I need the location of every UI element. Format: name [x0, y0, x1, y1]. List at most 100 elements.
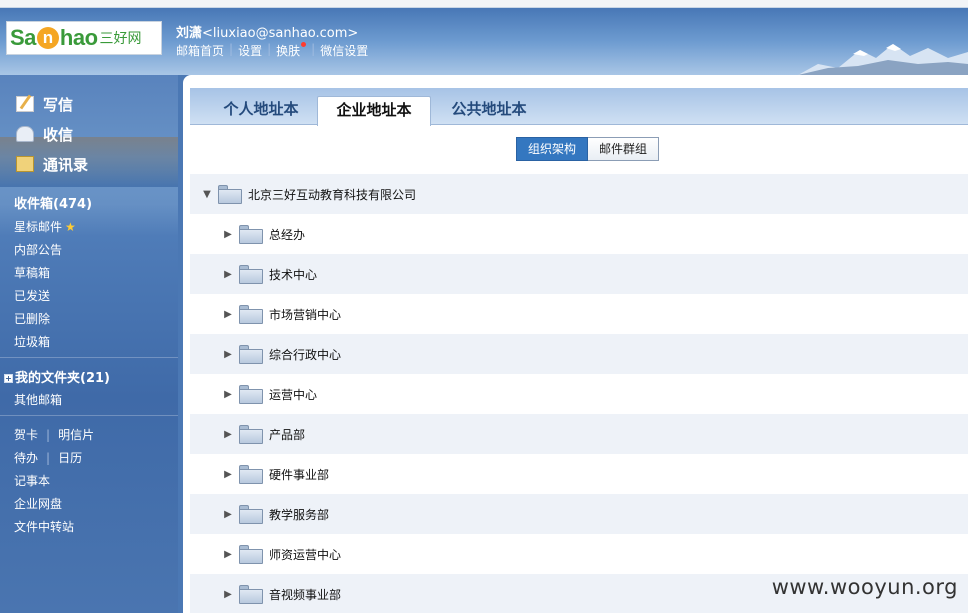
folder-drafts[interactable]: 草稿箱 [14, 262, 92, 285]
pencil-icon [16, 96, 34, 112]
expand-right-icon[interactable]: ▶ [222, 229, 234, 240]
link-mail-home[interactable]: 邮箱首页 [176, 42, 224, 59]
sidebar-item-write[interactable]: 写信 [16, 89, 88, 119]
header-links: 邮箱首页 | 设置 | 换肤 | 微信设置 [176, 42, 368, 59]
folder-icon [239, 384, 263, 404]
inbox-icon [16, 126, 34, 142]
folder-icon [239, 504, 263, 524]
sidebar-divider [0, 415, 178, 416]
my-folders[interactable]: + 我的文件夹(21) [4, 367, 110, 386]
expand-right-icon[interactable]: ▶ [222, 429, 234, 440]
my-folders-label: 我的文件夹(21) [15, 371, 110, 386]
folder-inbox[interactable]: 收件箱(474) [14, 193, 92, 216]
link-settings[interactable]: 设置 [238, 42, 262, 59]
user-info: 刘潇<liuxiao@sanhao.com> [176, 22, 358, 41]
expand-right-icon[interactable]: ▶ [222, 349, 234, 360]
folder-label: 星标邮件 [14, 220, 63, 234]
folder-deleted[interactable]: 已删除 [14, 308, 92, 331]
tree-node-label: 产品部 [269, 427, 306, 442]
tree-root-label: 北京三好互动教育科技有限公司 [248, 187, 417, 202]
tree-row[interactable]: ▶ 产品部 [190, 414, 968, 454]
tool-todo[interactable]: 待办 [14, 451, 38, 465]
tool-greeting-card[interactable]: 贺卡 [14, 428, 38, 442]
tree-row[interactable]: ▶ 运营中心 [190, 374, 968, 414]
segment-org-structure[interactable]: 组织架构 [516, 137, 589, 161]
folder-icon [218, 184, 242, 204]
expand-right-icon[interactable]: ▶ [222, 469, 234, 480]
tools-row: 贺卡 | 明信片 [14, 424, 94, 447]
tree-row[interactable]: ▶ 硬件事业部 [190, 454, 968, 494]
expand-right-icon[interactable]: ▶ [222, 509, 234, 520]
tree-row[interactable]: ▶ 总经办 [190, 214, 968, 254]
tool-postcard[interactable]: 明信片 [58, 428, 94, 442]
address-book-panel: 个人地址本 企业地址本 公共地址本 组织架构 邮件群组 ▼ 北京三好互动教育科技… [183, 75, 968, 613]
logo-text-prefix: Sa [10, 25, 36, 50]
expand-right-icon[interactable]: ▶ [222, 389, 234, 400]
folder-icon [239, 224, 263, 244]
expand-right-icon[interactable]: ▶ [222, 309, 234, 320]
sidebar-tools: 贺卡 | 明信片 待办 | 日历 记事本 企业网盘 文件中转站 [14, 424, 94, 539]
contacts-icon [16, 156, 34, 172]
logo-text-suffix: hao [59, 25, 98, 50]
star-icon: ★ [65, 220, 76, 234]
header: Sa n hao 三好网 刘潇<liuxiao@sanhao.com> 邮箱首页… [0, 0, 968, 75]
tree-node-label: 技术中心 [269, 267, 318, 282]
sidebar-divider [0, 357, 178, 358]
other-mailboxes[interactable]: 其他邮箱 [14, 391, 62, 408]
sidebar-item-label: 通讯录 [43, 155, 89, 174]
link-separator: | [311, 42, 316, 56]
tree-row[interactable]: ▶ 技术中心 [190, 254, 968, 294]
folder-icon [239, 464, 263, 484]
sidebar-main-actions: 写信 收信 通讯录 [16, 89, 88, 179]
tool-separator: | [46, 451, 51, 465]
folder-announcements[interactable]: 内部公告 [14, 239, 92, 262]
expand-down-icon[interactable]: ▼ [201, 189, 213, 200]
top-strip [0, 0, 968, 8]
logo-n-circle: n [36, 27, 59, 49]
logo-text-cn: 三好网 [99, 31, 142, 47]
tree-row[interactable]: ▶ 师资运营中心 [190, 534, 968, 574]
tab-personal[interactable]: 个人地址本 [210, 96, 312, 125]
link-separator: | [267, 42, 272, 56]
expand-plus-icon[interactable]: + [4, 374, 13, 383]
sidebar-item-contacts[interactable]: 通讯录 [16, 149, 88, 179]
link-skin-label: 换肤 [276, 44, 301, 58]
main-area: 个人地址本 企业地址本 公共地址本 组织架构 邮件群组 ▼ 北京三好互动教育科技… [178, 75, 968, 613]
tab-enterprise[interactable]: 企业地址本 [317, 96, 431, 126]
tool-file-transfer[interactable]: 文件中转站 [14, 516, 94, 539]
tree-node-label: 音视频事业部 [269, 587, 342, 602]
org-tree: ▼ 北京三好互动教育科技有限公司 ▶ 总经办 ▶ 技术中心 ▶ 市场营销中心 ▶ 综合行政中心… [190, 174, 968, 613]
view-toggle: 组织架构 邮件群组 [516, 137, 660, 161]
tree-node-label: 硬件事业部 [269, 467, 330, 482]
tab-public[interactable]: 公共地址本 [438, 96, 540, 125]
tree-node-label: 运营中心 [269, 387, 318, 402]
sidebar: 写信 收信 通讯录 收件箱(474) 星标邮件 ★ 内部公告 草稿箱 已发送 已删… [0, 75, 178, 613]
tool-notepad[interactable]: 记事本 [14, 470, 94, 493]
folder-starred[interactable]: 星标邮件 ★ [14, 216, 92, 239]
tree-row[interactable]: ▶ 市场营销中心 [190, 294, 968, 334]
tree-row-root[interactable]: ▼ 北京三好互动教育科技有限公司 [190, 174, 968, 214]
tree-row[interactable]: ▶ 教学服务部 [190, 494, 968, 534]
expand-right-icon[interactable]: ▶ [222, 589, 234, 600]
tool-calendar[interactable]: 日历 [58, 451, 82, 465]
folder-icon [239, 264, 263, 284]
tree-row[interactable]: ▶ 综合行政中心 [190, 334, 968, 374]
folder-icon [239, 344, 263, 364]
folder-icon [239, 544, 263, 564]
expand-right-icon[interactable]: ▶ [222, 549, 234, 560]
folder-sent[interactable]: 已发送 [14, 285, 92, 308]
logo[interactable]: Sa n hao 三好网 [6, 21, 162, 55]
segment-mail-groups[interactable]: 邮件群组 [588, 137, 660, 161]
expand-right-icon[interactable]: ▶ [222, 269, 234, 280]
tree-node-label: 市场营销中心 [269, 307, 342, 322]
link-wechat-settings[interactable]: 微信设置 [320, 42, 368, 59]
tool-netdisk[interactable]: 企业网盘 [14, 493, 94, 516]
tree-node-label: 综合行政中心 [269, 347, 342, 362]
link-skin[interactable]: 换肤 [276, 42, 307, 59]
sidebar-item-receive[interactable]: 收信 [16, 119, 88, 149]
folder-spam[interactable]: 垃圾箱 [14, 331, 92, 354]
sidebar-item-label: 收信 [43, 125, 74, 144]
user-name: 刘潇 [176, 26, 203, 41]
mail-folders: 收件箱(474) 星标邮件 ★ 内部公告 草稿箱 已发送 已删除 垃圾箱 [14, 193, 92, 354]
watermark: www.wooyun.org [771, 575, 958, 599]
